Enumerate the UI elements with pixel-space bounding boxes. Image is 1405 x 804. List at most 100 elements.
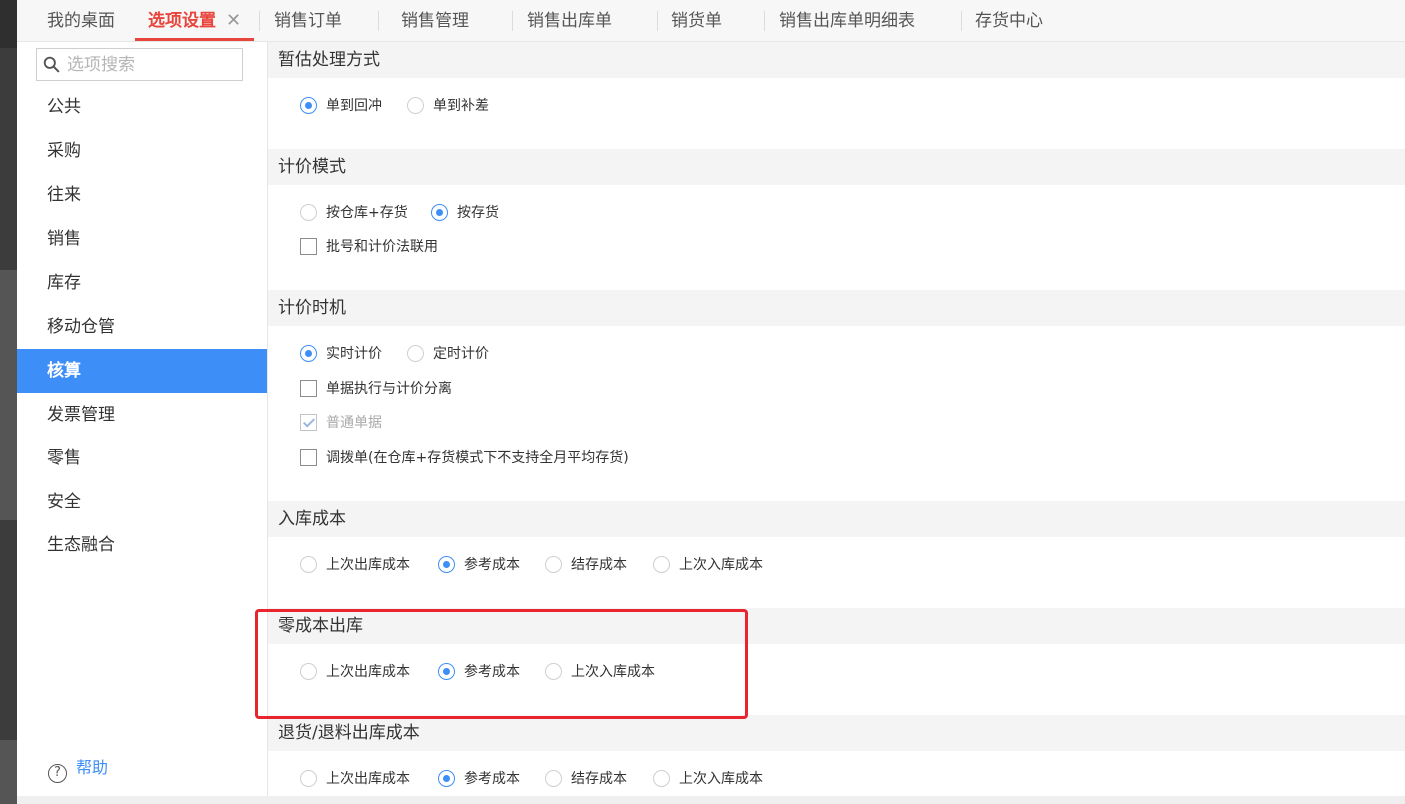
tab-divider	[764, 11, 765, 31]
sidebar-item-mobile-warehouse[interactable]: 移动仓管	[17, 305, 267, 349]
radio-circle	[545, 556, 562, 573]
option-label: 参考成本	[464, 771, 520, 787]
tab-divider	[961, 11, 962, 31]
tab-label: 销售出库单	[527, 11, 612, 31]
sidebar-item-invoice[interactable]: 发票管理	[17, 393, 267, 437]
radio-circle	[300, 345, 317, 362]
sidebar-item-inventory[interactable]: 库存	[17, 261, 267, 305]
checkbox-box	[300, 238, 317, 255]
section-title-pricing-mode: 计价模式	[268, 149, 1405, 185]
radio-circle	[300, 97, 317, 114]
sidebar-item-sales[interactable]: 销售	[17, 217, 267, 261]
left-edge-strip	[0, 0, 17, 804]
tab-divider	[657, 11, 658, 31]
option-label: 定时计价	[433, 346, 489, 362]
sidebar-item-purchase[interactable]: 采购	[17, 129, 267, 173]
section-title-estimate: 暂估处理方式	[268, 42, 1405, 78]
sidebar-item-security[interactable]: 安全	[17, 480, 267, 524]
tab-divider	[512, 11, 513, 31]
option-label: 参考成本	[464, 557, 520, 573]
tab-sales-order[interactable]: 销售订单	[274, 0, 342, 42]
help-label: 帮助	[76, 758, 109, 777]
radio-scheduled-pricing[interactable]: 定时计价	[407, 343, 489, 365]
radio-inbound-last-outbound[interactable]: 上次出库成本	[300, 554, 410, 576]
tab-divider	[378, 11, 379, 31]
tab-sales-management[interactable]: 销售管理	[401, 0, 469, 42]
search-icon	[43, 56, 60, 73]
option-label: 单据执行与计价分离	[326, 381, 452, 397]
sidebar-item-ecosystem[interactable]: 生态融合	[17, 523, 267, 567]
radio-return-last-inbound[interactable]: 上次入库成本	[653, 768, 763, 790]
radio-circle	[300, 204, 317, 221]
tab-label: 存货中心	[975, 11, 1043, 31]
help-icon: ?	[48, 764, 67, 783]
annotation-highlight-box	[255, 609, 748, 719]
sidebar-item-accounting[interactable]: 核算	[17, 349, 267, 393]
option-label: 上次入库成本	[679, 771, 763, 787]
option-label: 调拨单(在仓库+存货模式下不支持全月平均存货)	[326, 450, 629, 466]
option-label: 单到回冲	[326, 98, 382, 114]
tab-label: 销货单	[671, 11, 722, 31]
option-label: 普通单据	[326, 415, 382, 431]
tab-label: 销售订单	[274, 11, 342, 31]
tab-divider	[259, 11, 260, 31]
section-title-inbound-cost: 入库成本	[268, 501, 1405, 537]
option-label: 单到补差	[433, 98, 489, 114]
option-label: 上次出库成本	[326, 557, 410, 573]
radio-estimate-reverse[interactable]: 单到回冲	[300, 95, 382, 117]
horizontal-scrollbar[interactable]	[17, 796, 1405, 804]
checkbox-separate-execution[interactable]: 单据执行与计价分离	[300, 378, 452, 400]
tab-inventory-center[interactable]: 存货中心	[975, 0, 1043, 42]
radio-circle	[300, 770, 317, 787]
help-link[interactable]: ? 帮助	[48, 756, 109, 783]
tab-bar: 我的桌面 选项设置 ✕ 销售订单 销售管理 销售出库单 销货单 销售出库单明细表 …	[17, 0, 1405, 42]
settings-sidebar: 公共 采购 往来 销售 库存 移动仓管 核算 发票管理 零售 安全 生态融合 ?…	[17, 42, 268, 796]
search-input[interactable]	[67, 49, 237, 80]
radio-inbound-reference[interactable]: 参考成本	[438, 554, 520, 576]
radio-inbound-last-inbound[interactable]: 上次入库成本	[653, 554, 763, 576]
checkbox-transfer-doc[interactable]: 调拨单(在仓库+存货模式下不支持全月平均存货)	[300, 447, 629, 469]
radio-pricing-warehouse-stock[interactable]: 按仓库+存货	[300, 202, 408, 224]
radio-estimate-difference[interactable]: 单到补差	[407, 95, 489, 117]
tab-sales-outbound-detail[interactable]: 销售出库单明细表	[779, 0, 915, 42]
search-box[interactable]	[36, 48, 243, 81]
radio-circle	[438, 770, 455, 787]
tab-sales-invoice[interactable]: 销货单	[671, 0, 722, 42]
radio-return-balance[interactable]: 结存成本	[545, 768, 627, 790]
tab-label: 销售管理	[401, 11, 469, 31]
sidebar-item-accounts[interactable]: 往来	[17, 173, 267, 217]
radio-pricing-stock[interactable]: 按存货	[431, 202, 499, 224]
option-label: 批号和计价法联用	[326, 239, 438, 255]
checkbox-box	[300, 449, 317, 466]
radio-realtime-pricing[interactable]: 实时计价	[300, 343, 382, 365]
tab-label: 选项设置	[148, 11, 216, 31]
section-title-return-cost: 退货/退料出库成本	[268, 715, 1405, 751]
radio-circle	[438, 556, 455, 573]
radio-circle	[545, 770, 562, 787]
radio-circle	[653, 556, 670, 573]
option-label: 上次入库成本	[679, 557, 763, 573]
close-icon[interactable]: ✕	[226, 10, 241, 31]
tab-label: 销售出库单明细表	[779, 11, 915, 31]
checkbox-batch-pricing[interactable]: 批号和计价法联用	[300, 236, 438, 258]
section-title-pricing-timing: 计价时机	[268, 290, 1405, 326]
radio-circle	[407, 97, 424, 114]
option-label: 结存成本	[571, 771, 627, 787]
option-label: 上次出库成本	[326, 771, 410, 787]
radio-circle	[431, 204, 448, 221]
radio-inbound-balance[interactable]: 结存成本	[545, 554, 627, 576]
tab-options-settings[interactable]: 选项设置 ✕	[135, 0, 255, 41]
checkbox-box	[300, 380, 317, 397]
app-window: 我的桌面 选项设置 ✕ 销售订单 销售管理 销售出库单 销货单 销售出库单明细表 …	[0, 0, 1405, 804]
sidebar-item-common[interactable]: 公共	[17, 85, 267, 129]
option-label: 结存成本	[571, 557, 627, 573]
radio-circle	[300, 556, 317, 573]
tab-label: 我的桌面	[47, 11, 115, 31]
checkbox-normal-documents[interactable]: 普通单据	[300, 412, 382, 434]
sidebar-item-retail[interactable]: 零售	[17, 436, 267, 480]
radio-circle	[653, 770, 670, 787]
radio-return-reference[interactable]: 参考成本	[438, 768, 520, 790]
tab-my-desktop[interactable]: 我的桌面	[47, 0, 115, 42]
radio-return-last-outbound[interactable]: 上次出库成本	[300, 768, 410, 790]
tab-sales-outbound[interactable]: 销售出库单	[527, 0, 612, 42]
